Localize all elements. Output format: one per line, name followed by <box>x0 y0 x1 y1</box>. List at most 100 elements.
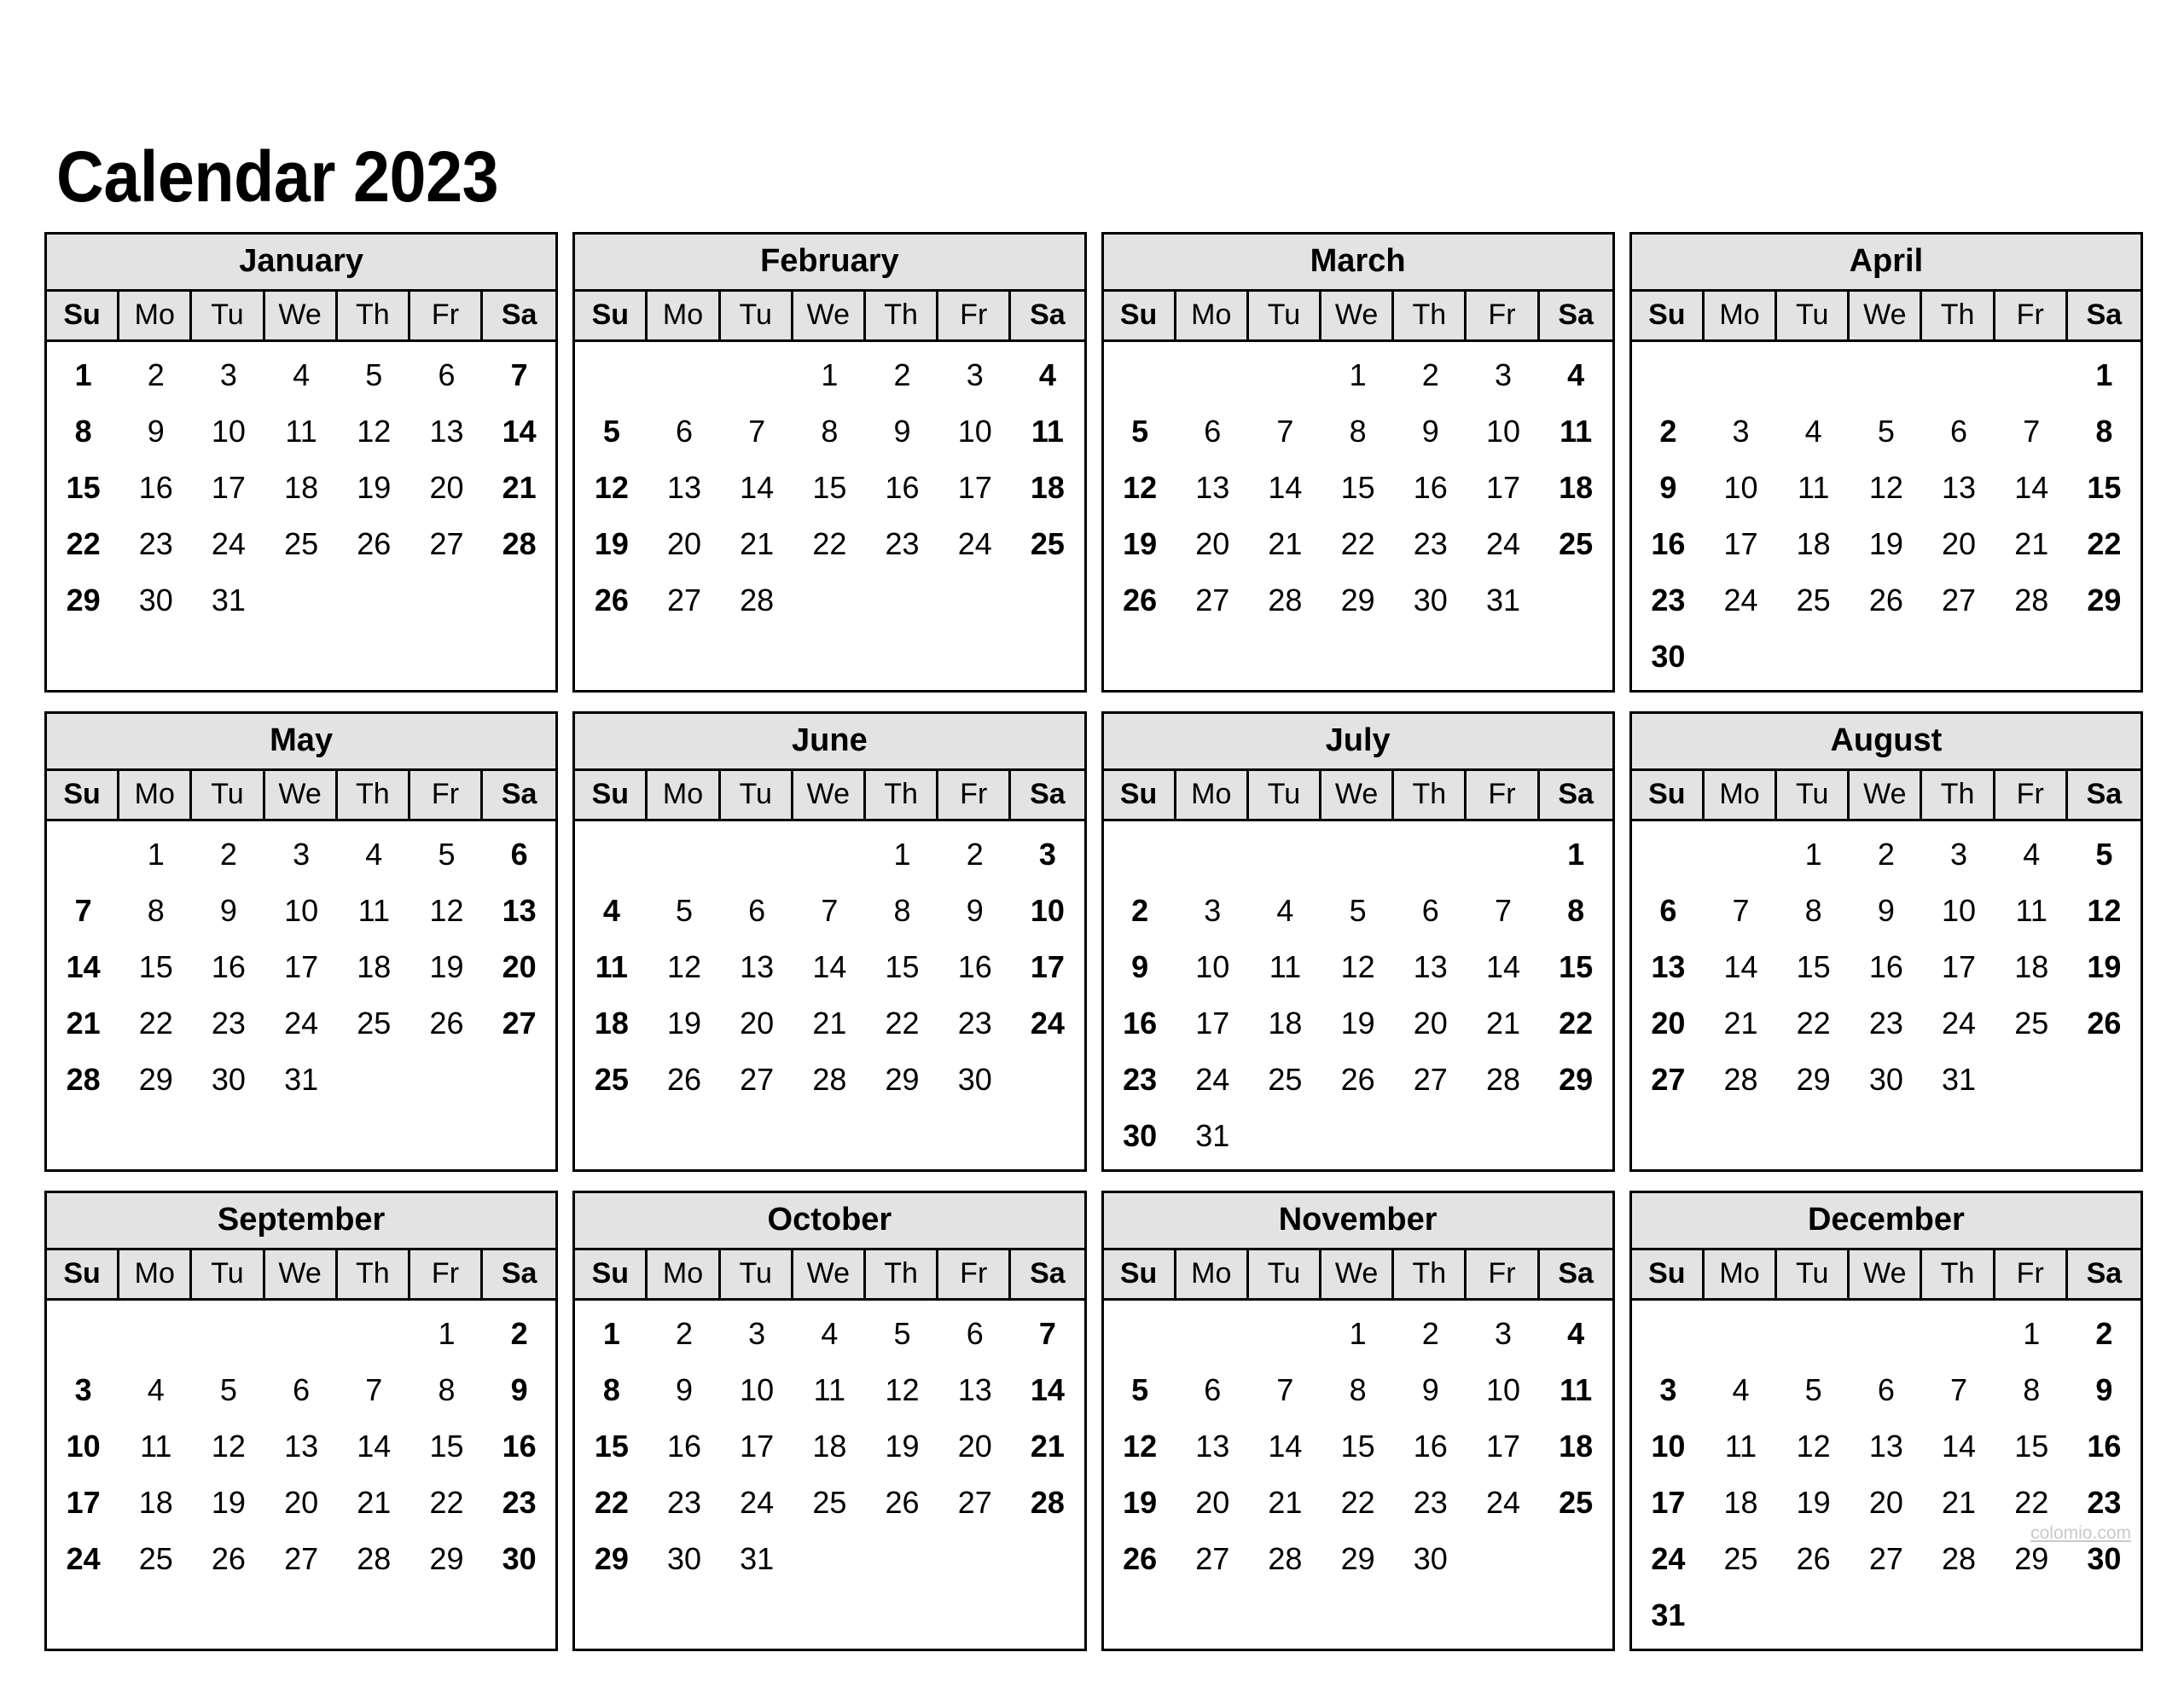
day-cell[interactable]: 31 <box>192 572 264 629</box>
day-cell[interactable]: 27 <box>1850 1531 1922 1587</box>
day-cell[interactable]: 3 <box>721 1306 793 1362</box>
day-cell[interactable]: 2 <box>1394 347 1467 403</box>
day-cell[interactable]: 11 <box>338 883 410 939</box>
day-cell[interactable]: 23 <box>1632 572 1705 629</box>
day-cell[interactable]: 16 <box>192 939 264 995</box>
day-cell[interactable]: 25 <box>338 995 410 1052</box>
day-cell[interactable]: 29 <box>1777 1052 1850 1108</box>
day-cell[interactable]: 1 <box>1321 347 1394 403</box>
day-cell[interactable]: 6 <box>1176 1362 1249 1418</box>
day-cell[interactable]: 13 <box>410 403 483 460</box>
day-cell[interactable]: 21 <box>1705 995 1777 1052</box>
day-cell[interactable]: 17 <box>47 1475 119 1531</box>
day-cell[interactable]: 13 <box>721 939 793 995</box>
day-cell[interactable]: 25 <box>119 1531 192 1587</box>
day-cell[interactable]: 7 <box>1011 1306 1083 1362</box>
day-cell[interactable]: 6 <box>721 883 793 939</box>
day-cell[interactable]: 17 <box>1467 1418 1539 1475</box>
day-cell[interactable]: 29 <box>119 1052 192 1108</box>
day-cell[interactable]: 29 <box>1321 1531 1394 1587</box>
day-cell[interactable]: 7 <box>1249 1362 1321 1418</box>
day-cell[interactable]: 28 <box>1011 1475 1083 1531</box>
day-cell[interactable]: 15 <box>119 939 192 995</box>
day-cell[interactable]: 31 <box>721 1531 793 1587</box>
day-cell[interactable]: 19 <box>648 995 720 1052</box>
day-cell[interactable]: 21 <box>47 995 119 1052</box>
day-cell[interactable]: 30 <box>938 1052 1011 1108</box>
day-cell[interactable]: 22 <box>1321 1475 1394 1531</box>
day-cell[interactable]: 5 <box>192 1362 264 1418</box>
day-cell[interactable]: 26 <box>1850 572 1922 629</box>
day-cell[interactable]: 30 <box>1632 629 1705 685</box>
day-cell[interactable]: 8 <box>1540 883 1612 939</box>
day-cell[interactable]: 12 <box>338 403 410 460</box>
day-cell[interactable]: 8 <box>2068 403 2140 460</box>
day-cell[interactable]: 4 <box>1995 826 2068 883</box>
day-cell[interactable]: 21 <box>793 995 866 1052</box>
day-cell[interactable]: 14 <box>793 939 866 995</box>
day-cell[interactable]: 9 <box>1394 1362 1467 1418</box>
day-cell[interactable]: 20 <box>1176 516 1249 572</box>
day-cell[interactable]: 5 <box>410 826 483 883</box>
day-cell[interactable]: 30 <box>192 1052 264 1108</box>
day-cell[interactable]: 12 <box>866 1362 938 1418</box>
day-cell[interactable]: 23 <box>1394 516 1467 572</box>
day-cell[interactable]: 7 <box>1705 883 1777 939</box>
day-cell[interactable]: 4 <box>1705 1362 1777 1418</box>
day-cell[interactable]: 27 <box>1394 1052 1467 1108</box>
day-cell[interactable]: 10 <box>1467 403 1539 460</box>
day-cell[interactable]: 28 <box>1922 1531 1995 1587</box>
day-cell[interactable]: 4 <box>1249 883 1321 939</box>
day-cell[interactable]: 25 <box>265 516 338 572</box>
day-cell[interactable]: 14 <box>483 403 555 460</box>
day-cell[interactable]: 10 <box>1632 1418 1705 1475</box>
day-cell[interactable]: 2 <box>866 347 938 403</box>
day-cell[interactable]: 25 <box>1705 1531 1777 1587</box>
day-cell[interactable]: 19 <box>410 939 483 995</box>
day-cell[interactable]: 21 <box>1011 1418 1083 1475</box>
day-cell[interactable]: 9 <box>648 1362 720 1418</box>
day-cell[interactable]: 8 <box>1995 1362 2068 1418</box>
day-cell[interactable]: 28 <box>721 572 793 629</box>
day-cell[interactable]: 17 <box>1467 460 1539 516</box>
day-cell[interactable]: 5 <box>648 883 720 939</box>
day-cell[interactable]: 28 <box>1995 572 2068 629</box>
day-cell[interactable]: 9 <box>1632 460 1705 516</box>
day-cell[interactable]: 21 <box>483 460 555 516</box>
day-cell[interactable]: 18 <box>265 460 338 516</box>
day-cell[interactable]: 14 <box>338 1418 410 1475</box>
day-cell[interactable]: 14 <box>1011 1362 1083 1418</box>
day-cell[interactable]: 30 <box>1104 1108 1176 1164</box>
day-cell[interactable]: 21 <box>721 516 793 572</box>
day-cell[interactable]: 13 <box>1922 460 1995 516</box>
day-cell[interactable]: 20 <box>410 460 483 516</box>
day-cell[interactable]: 4 <box>338 826 410 883</box>
day-cell[interactable]: 10 <box>1922 883 1995 939</box>
day-cell[interactable]: 23 <box>938 995 1011 1052</box>
day-cell[interactable]: 4 <box>793 1306 866 1362</box>
day-cell[interactable]: 14 <box>1249 460 1321 516</box>
day-cell[interactable]: 13 <box>1394 939 1467 995</box>
day-cell[interactable]: 10 <box>938 403 1011 460</box>
day-cell[interactable]: 29 <box>410 1531 483 1587</box>
day-cell[interactable]: 21 <box>1249 516 1321 572</box>
day-cell[interactable]: 4 <box>1011 347 1083 403</box>
day-cell[interactable]: 22 <box>1777 995 1850 1052</box>
day-cell[interactable]: 27 <box>1176 572 1249 629</box>
day-cell[interactable]: 19 <box>1104 1475 1176 1531</box>
day-cell[interactable]: 16 <box>1850 939 1922 995</box>
day-cell[interactable]: 8 <box>1777 883 1850 939</box>
day-cell[interactable]: 5 <box>1104 1362 1176 1418</box>
day-cell[interactable]: 17 <box>192 460 264 516</box>
day-cell[interactable]: 19 <box>866 1418 938 1475</box>
day-cell[interactable]: 22 <box>866 995 938 1052</box>
day-cell[interactable]: 17 <box>721 1418 793 1475</box>
day-cell[interactable]: 2 <box>2068 1306 2140 1362</box>
day-cell[interactable]: 25 <box>575 1052 648 1108</box>
day-cell[interactable]: 20 <box>1394 995 1467 1052</box>
day-cell[interactable]: 4 <box>119 1362 192 1418</box>
day-cell[interactable]: 22 <box>1540 995 1612 1052</box>
day-cell[interactable]: 5 <box>866 1306 938 1362</box>
day-cell[interactable]: 9 <box>1394 403 1467 460</box>
day-cell[interactable]: 20 <box>1922 516 1995 572</box>
